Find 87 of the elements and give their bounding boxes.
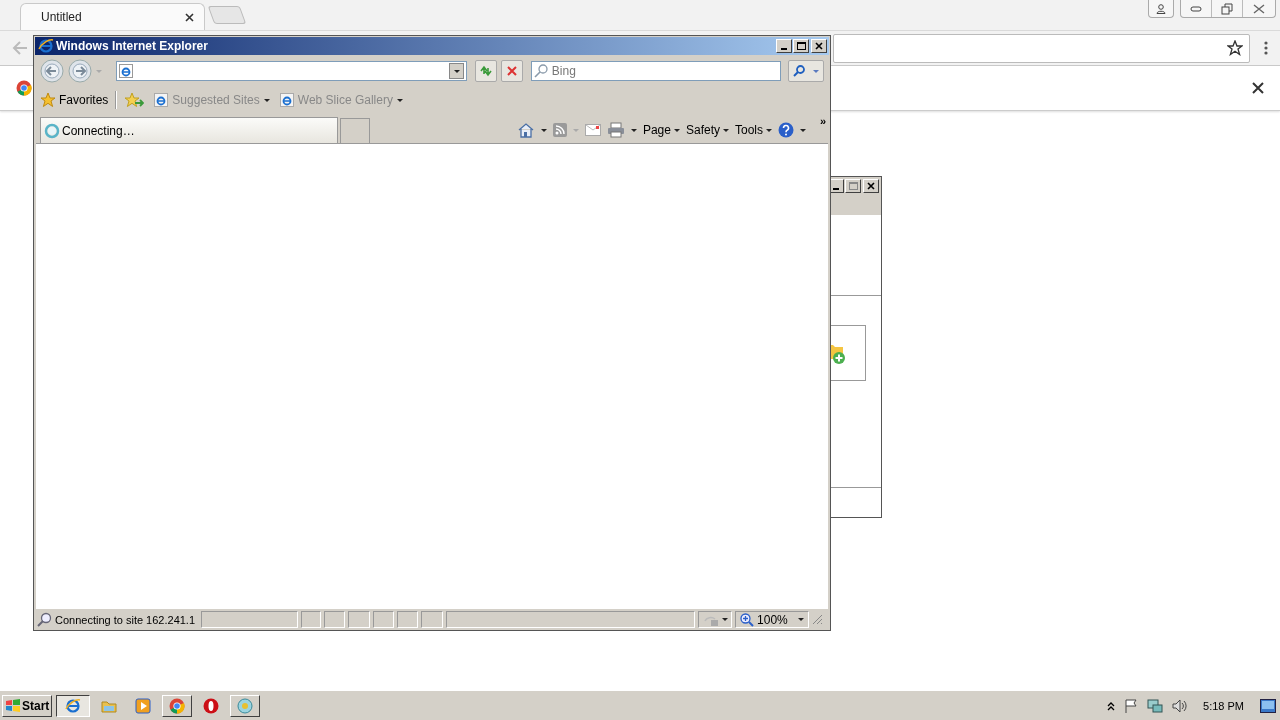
search-icon [793, 65, 806, 77]
caret-icon [263, 97, 270, 103]
zoom-icon [740, 612, 755, 627]
status-panel [397, 611, 419, 628]
person-icon [1156, 3, 1166, 14]
close-icon [815, 42, 823, 50]
printer-icon[interactable] [606, 122, 625, 138]
play-icon [135, 697, 151, 714]
status-panel [324, 611, 346, 628]
caret-icon [673, 127, 680, 133]
overflow-button[interactable]: » [819, 115, 826, 127]
refresh-button[interactable] [475, 60, 498, 82]
maximize-icon [848, 182, 858, 190]
close-icon [1253, 3, 1265, 14]
stop-icon [506, 66, 517, 76]
close-icon[interactable] [1252, 82, 1264, 94]
page-icon [119, 64, 133, 78]
status-panel [301, 611, 322, 628]
refresh-icon [479, 65, 494, 77]
search-field[interactable]: Bing [530, 61, 782, 81]
close-icon [867, 182, 875, 190]
close-icon[interactable] [185, 12, 194, 22]
clock[interactable]: 5:18 PM [1203, 699, 1244, 712]
ie-logo-icon [38, 38, 54, 54]
page-icon [279, 93, 294, 107]
network-icon[interactable] [1147, 697, 1164, 714]
speaker-icon[interactable] [1171, 697, 1188, 714]
start-button[interactable]: Start [2, 694, 52, 717]
browser-logo-icon [16, 80, 32, 96]
caret-icon [396, 97, 403, 103]
status-panel [421, 611, 444, 628]
maximize-button[interactable] [793, 39, 809, 53]
page-icon [154, 93, 169, 107]
browser-logo-icon [169, 697, 185, 714]
caret-icon [798, 617, 805, 622]
search-icon [36, 611, 52, 628]
zoom-button[interactable]: 100% [735, 611, 810, 628]
caret-icon[interactable] [800, 127, 806, 133]
app-icon [237, 697, 253, 714]
browser-tab[interactable]: Untitled [20, 3, 205, 30]
star-icon[interactable] [1227, 40, 1243, 56]
dropdown-button[interactable] [449, 63, 465, 79]
star-icon [40, 92, 56, 108]
window-title: Windows Internet Explorer [56, 39, 209, 53]
menu-button[interactable]: Tools [735, 123, 772, 137]
menu-icon[interactable] [1264, 41, 1268, 55]
maximize-icon [796, 42, 806, 50]
forward-button-icon[interactable] [68, 59, 92, 83]
help-icon[interactable] [778, 122, 794, 138]
caret-icon [766, 127, 772, 133]
mail-icon[interactable] [584, 124, 601, 136]
caret-icon [723, 127, 729, 133]
status-panel [373, 611, 395, 628]
search-button[interactable] [788, 60, 824, 82]
status-panel [348, 611, 371, 628]
stop-button[interactable] [501, 60, 523, 82]
maximize-button[interactable] [845, 179, 861, 193]
flag-icon[interactable] [1123, 697, 1140, 714]
caret-icon[interactable] [540, 127, 547, 133]
add-favorite-icon[interactable] [124, 92, 145, 108]
caret-icon [722, 617, 729, 622]
windows-logo-icon [5, 697, 21, 714]
caret-icon [813, 68, 820, 74]
home-icon[interactable] [516, 122, 535, 138]
menu-button[interactable]: Safety [685, 123, 729, 137]
circle-logo-icon [203, 697, 219, 714]
address-field[interactable] [116, 61, 468, 81]
show-desktop-icon[interactable] [1260, 698, 1276, 713]
menu-button[interactable]: Page [642, 123, 680, 137]
caret-icon [453, 68, 460, 74]
back-button-icon[interactable] [40, 59, 64, 83]
profile-button[interactable] [1148, 0, 1174, 18]
restore-icon [1221, 2, 1233, 15]
loading-icon [44, 122, 60, 139]
security-button[interactable] [698, 611, 733, 628]
taskbar-button[interactable] [56, 694, 90, 717]
ie-logo-icon [65, 697, 81, 714]
status-text: Connecting to site 162.241.1 [36, 611, 199, 628]
chevron-up-icon[interactable] [1107, 700, 1116, 711]
feed-icon[interactable] [552, 123, 567, 137]
minimize-icon [1190, 5, 1202, 12]
resize-grip-icon[interactable] [812, 614, 824, 625]
caret-icon[interactable] [630, 127, 637, 133]
browser-tab[interactable]: Connecting… [40, 117, 338, 143]
search-icon [533, 64, 548, 78]
favorites-button[interactable]: Favorites [40, 92, 109, 108]
minimize-button[interactable] [776, 39, 792, 53]
